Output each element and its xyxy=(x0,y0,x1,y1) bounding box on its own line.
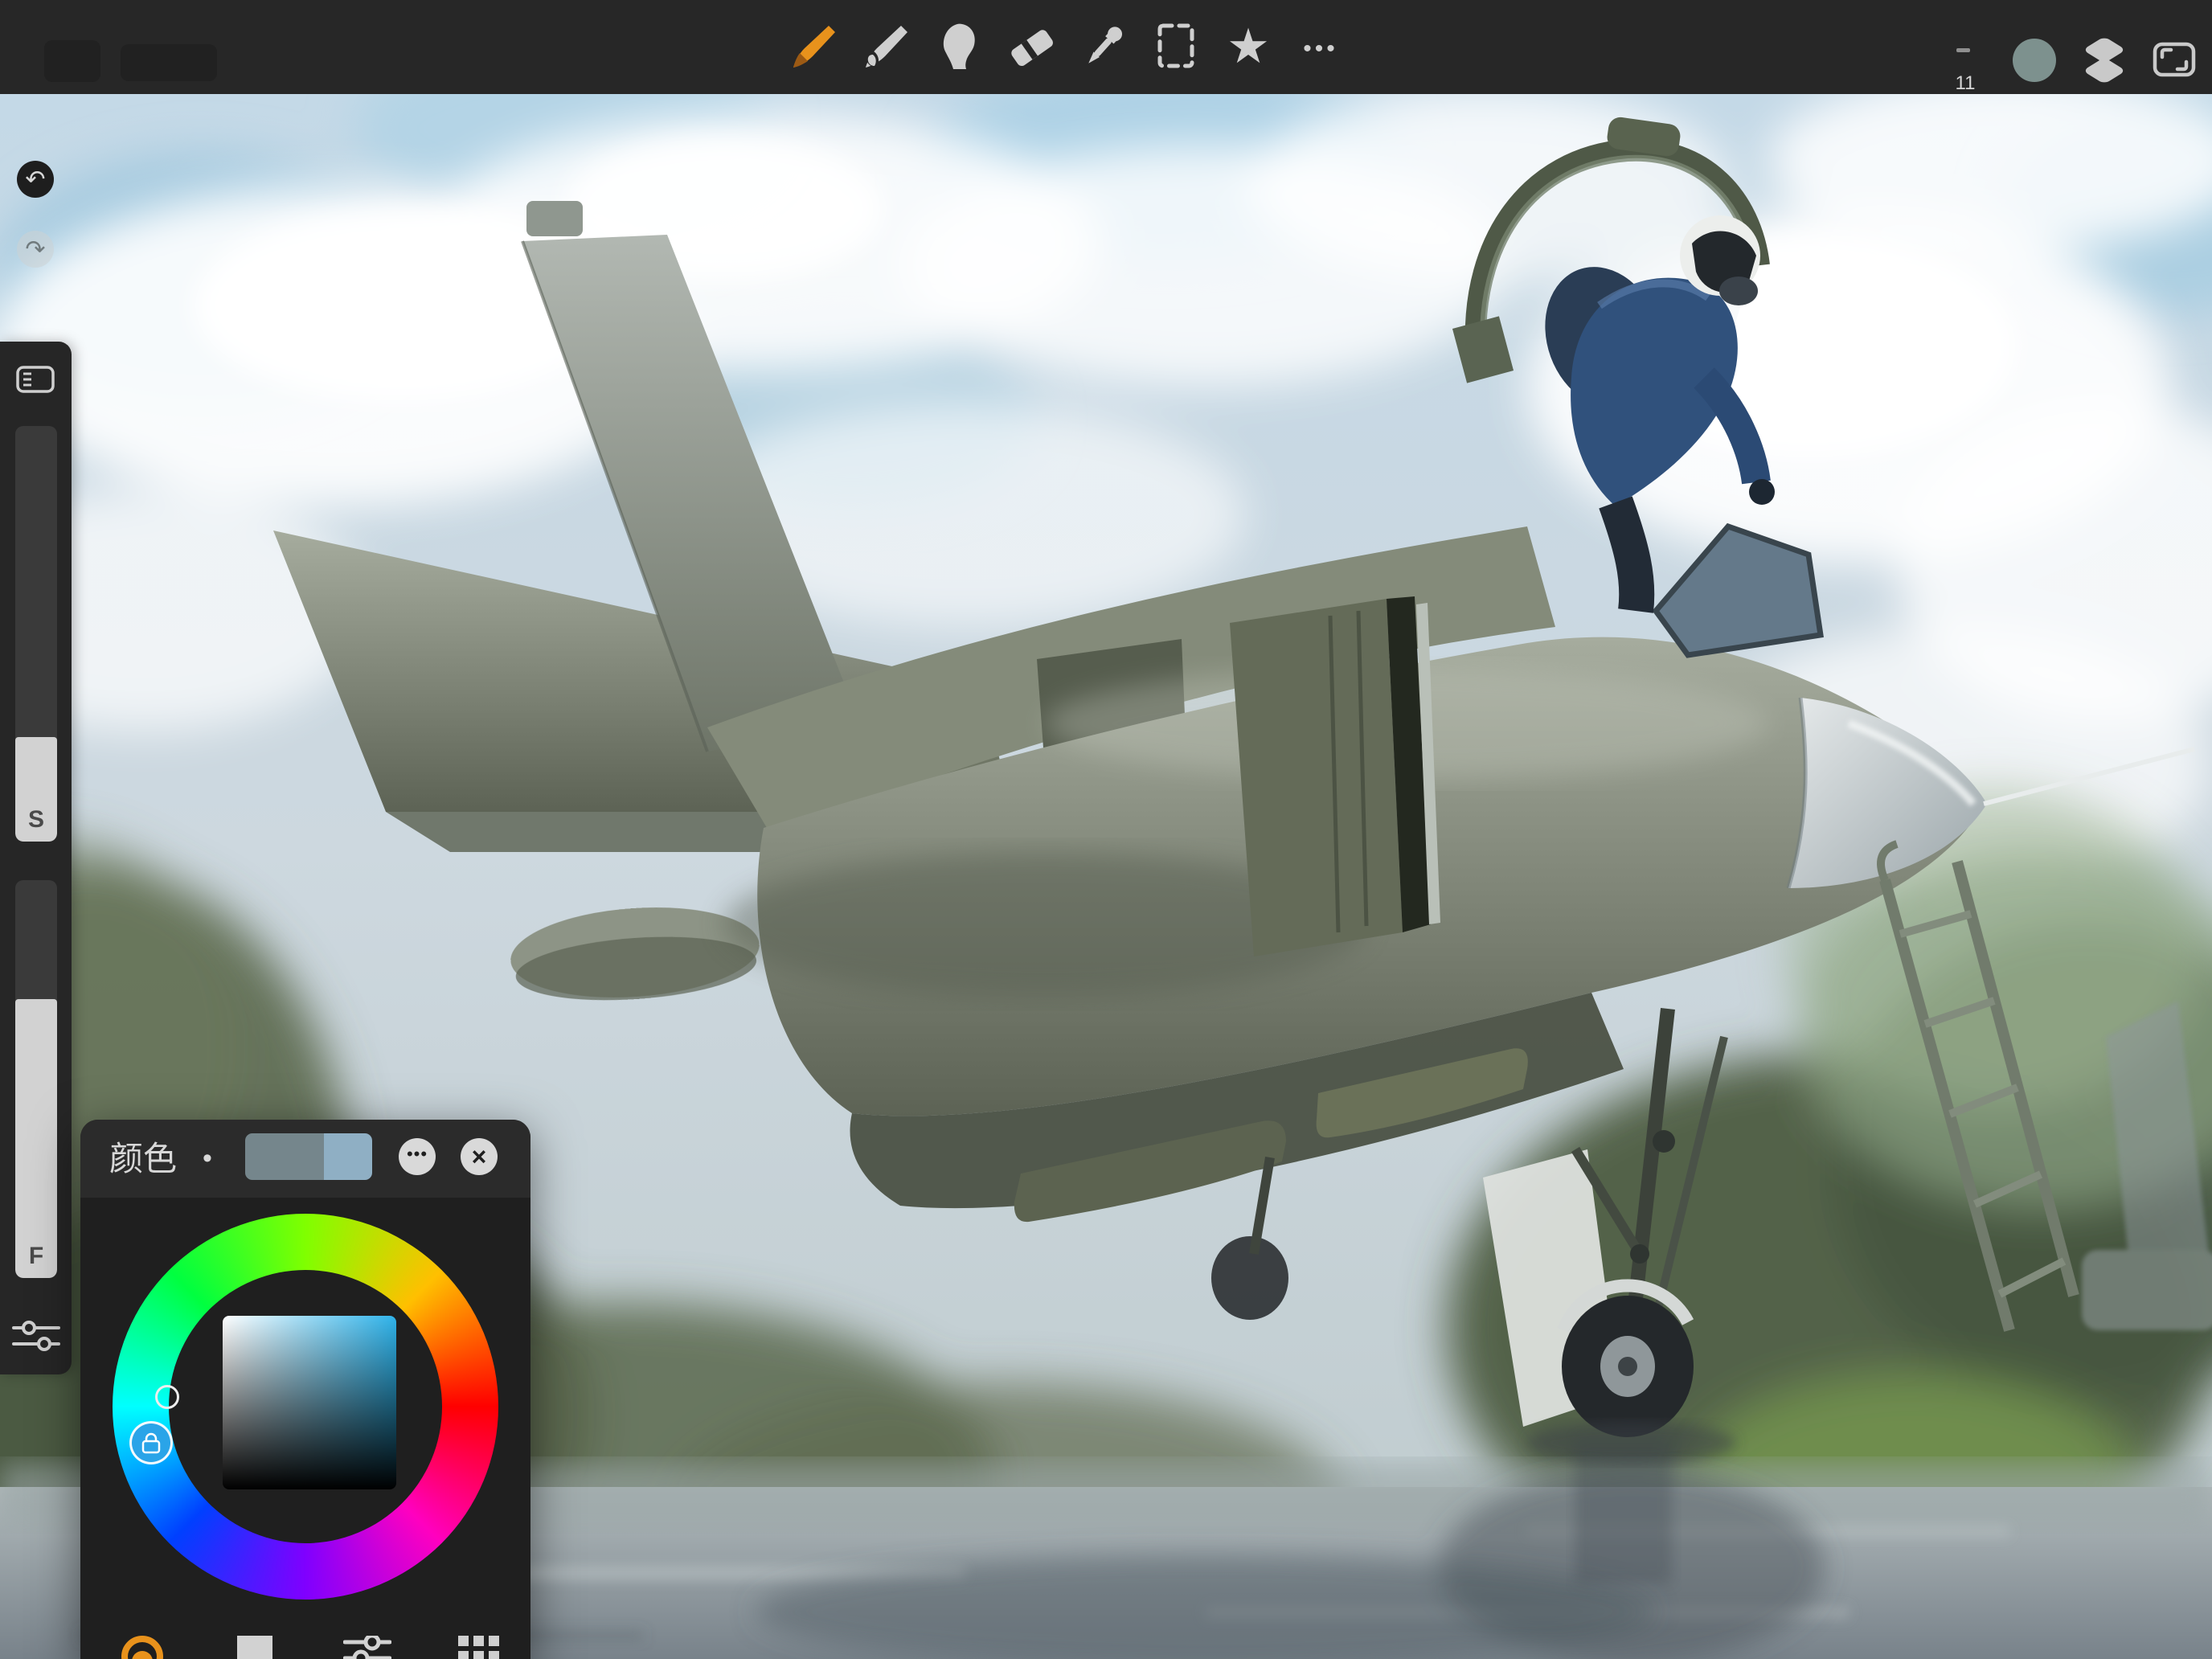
more-icon: ••• xyxy=(1303,35,1338,63)
color-puck[interactable] xyxy=(2013,39,2056,82)
brush-sidebar: S F xyxy=(0,342,72,1374)
color-wheel-tab-icon xyxy=(120,1634,165,1659)
redo-button[interactable]: ↷ xyxy=(17,231,54,268)
eyedropper-tool-button[interactable] xyxy=(1071,10,1136,83)
app-window: ★ ••• 11 ↶ ↷ xyxy=(0,0,2212,1659)
tab-palette-grid[interactable] xyxy=(458,1636,500,1659)
undo-button[interactable]: ↶ xyxy=(17,161,54,198)
blend-brush-icon xyxy=(861,21,912,72)
smudge-icon xyxy=(933,21,985,72)
brush-tool-button[interactable] xyxy=(782,10,846,83)
favorites-tool-button[interactable]: ★ xyxy=(1216,10,1280,83)
color-panel-title-bullet: • xyxy=(203,1120,212,1198)
redo-icon: ↷ xyxy=(25,236,45,264)
eraser-icon xyxy=(1006,21,1057,72)
eraser-tool-button[interactable] xyxy=(999,10,1063,83)
tab-sliders[interactable] xyxy=(343,1636,391,1659)
brush-icon xyxy=(789,21,840,72)
top-toolbar: ★ ••• 11 xyxy=(0,0,2212,94)
selection-tool-button[interactable] xyxy=(1144,10,1208,83)
close-icon: × xyxy=(472,1142,487,1172)
fullscreen-icon[interactable] xyxy=(2151,37,2198,82)
undo-icon: ↶ xyxy=(25,166,45,194)
brush-flow-fill: F xyxy=(15,999,57,1278)
hue-lock-handle[interactable] xyxy=(129,1421,173,1464)
brush-flow-slider[interactable]: F xyxy=(15,880,57,1278)
saturation-cursor[interactable] xyxy=(155,1385,179,1409)
smudge-tool-button[interactable] xyxy=(927,10,991,83)
color-panel-more-button[interactable]: ••• xyxy=(399,1138,436,1175)
previous-color-swatch[interactable] xyxy=(245,1133,324,1180)
color-panel: 颜色 • ••• × xyxy=(80,1120,530,1659)
brush-size-label: S xyxy=(15,806,57,834)
sliders-tab-icon xyxy=(343,1636,391,1659)
minimize-dash-icon xyxy=(1956,48,1970,52)
saturation-square[interactable] xyxy=(223,1316,396,1489)
brush-flow-label: F xyxy=(15,1243,57,1270)
layer-count-badge: 11 xyxy=(1945,72,1985,95)
more-tools-button[interactable]: ••• xyxy=(1288,10,1353,83)
lock-icon xyxy=(141,1431,162,1455)
layers-icon[interactable] xyxy=(2080,34,2128,84)
color-panel-header[interactable]: 颜色 • ••• × xyxy=(80,1120,530,1198)
current-color-swatch[interactable] xyxy=(324,1133,372,1180)
blend-brush-tool-button[interactable] xyxy=(854,10,919,83)
brush-size-fill: S xyxy=(15,737,57,842)
ghost-icon xyxy=(121,44,217,81)
selection-icon xyxy=(1150,21,1202,72)
ghost-icon xyxy=(44,40,100,82)
color-panel-title: 颜色 xyxy=(109,1120,177,1198)
color-swatch-pair[interactable] xyxy=(245,1133,372,1180)
color-panel-close-button[interactable]: × xyxy=(461,1138,498,1175)
tab-swatch[interactable] xyxy=(237,1636,272,1659)
grid-tab-icon xyxy=(458,1636,500,1659)
ellipsis-icon: ••• xyxy=(407,1144,428,1165)
star-icon: ★ xyxy=(1227,10,1270,83)
brush-settings-icon[interactable] xyxy=(10,1318,62,1354)
brush-panel-icon[interactable] xyxy=(16,366,55,393)
brush-size-slider[interactable]: S xyxy=(15,426,57,842)
eyedropper-icon xyxy=(1078,21,1129,72)
tab-color-wheel[interactable] xyxy=(120,1634,165,1659)
